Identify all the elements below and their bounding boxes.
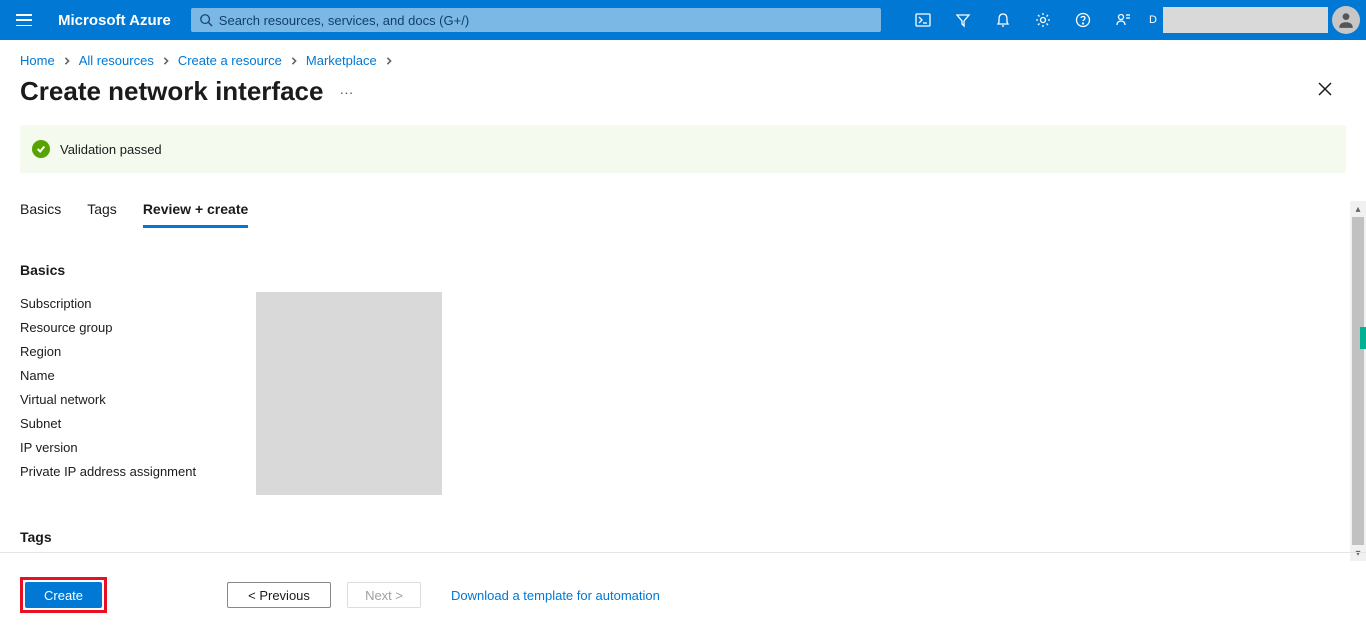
wizard-tabs: Basics Tags Review + create xyxy=(20,201,1346,228)
validation-banner: Validation passed xyxy=(20,125,1346,173)
directories-button[interactable] xyxy=(943,0,983,40)
brand-label[interactable]: Microsoft Azure xyxy=(48,12,191,29)
settings-button[interactable] xyxy=(1023,0,1063,40)
filter-icon xyxy=(955,12,971,28)
tab-review-create[interactable]: Review + create xyxy=(143,201,248,228)
tab-basics[interactable]: Basics xyxy=(20,201,61,228)
chevron-right-icon xyxy=(162,53,170,68)
feedback-tab[interactable] xyxy=(1360,327,1366,349)
account-menu[interactable]: D xyxy=(1149,0,1366,40)
search-input[interactable] xyxy=(219,13,873,28)
wizard-footer: Create < Previous Next > Download a temp… xyxy=(0,565,1366,625)
section-tags-heading: Tags xyxy=(20,529,1346,545)
hamburger-icon xyxy=(16,14,32,26)
avatar xyxy=(1332,6,1360,34)
label-private-ip-assignment: Private IP address assignment xyxy=(20,460,256,484)
next-button: Next > xyxy=(347,582,421,608)
page-title: Create network interface xyxy=(20,76,323,107)
tab-tags[interactable]: Tags xyxy=(87,201,117,228)
label-virtual-network: Virtual network xyxy=(20,388,256,412)
scroll-up-arrow-icon[interactable]: ▴ xyxy=(1350,201,1366,217)
more-actions-button[interactable]: ··· xyxy=(339,84,353,100)
section-basics-heading: Basics xyxy=(20,262,1346,278)
breadcrumb-create-resource[interactable]: Create a resource xyxy=(178,53,282,68)
global-search[interactable] xyxy=(191,8,881,32)
basics-values-masked xyxy=(256,292,442,495)
scroll-thumb[interactable] xyxy=(1352,217,1364,545)
breadcrumb-home[interactable]: Home xyxy=(20,53,55,68)
notifications-button[interactable] xyxy=(983,0,1023,40)
previous-button[interactable]: < Previous xyxy=(227,582,331,608)
feedback-button[interactable] xyxy=(1103,0,1143,40)
avatar-icon xyxy=(1337,11,1355,29)
validation-message: Validation passed xyxy=(60,142,162,157)
portal-menu-button[interactable] xyxy=(0,0,48,40)
bell-icon xyxy=(995,12,1011,28)
download-template-link[interactable]: Download a template for automation xyxy=(451,588,660,603)
label-subscription: Subscription xyxy=(20,292,256,316)
chevron-right-icon xyxy=(385,53,393,68)
gear-icon xyxy=(1035,12,1051,28)
directory-prefix: D xyxy=(1149,14,1157,27)
breadcrumb-marketplace[interactable]: Marketplace xyxy=(306,53,377,68)
user-email-masked xyxy=(1163,7,1328,33)
breadcrumb-all-resources[interactable]: All resources xyxy=(79,53,154,68)
feedback-icon xyxy=(1115,12,1131,28)
label-region: Region xyxy=(20,340,256,364)
search-icon xyxy=(199,13,213,27)
label-name: Name xyxy=(20,364,256,388)
help-button[interactable] xyxy=(1063,0,1103,40)
cloud-shell-icon xyxy=(915,12,931,28)
label-ip-version: IP version xyxy=(20,436,256,460)
label-subnet: Subnet xyxy=(20,412,256,436)
header-toolbar: D xyxy=(903,0,1366,40)
success-icon xyxy=(32,140,50,158)
azure-header: Microsoft Azure D xyxy=(0,0,1366,40)
breadcrumb: Home All resources Create a resource Mar… xyxy=(0,40,1366,74)
content-scrollbar[interactable]: ▴ ▾ xyxy=(1350,217,1366,545)
close-icon xyxy=(1318,82,1332,96)
help-icon xyxy=(1075,12,1091,28)
page-title-row: Create network interface ··· xyxy=(0,74,1366,125)
footer-divider xyxy=(0,552,1366,553)
create-button[interactable]: Create xyxy=(25,582,102,608)
label-resource-group: Resource group xyxy=(20,316,256,340)
chevron-right-icon xyxy=(290,53,298,68)
chevron-right-icon xyxy=(63,53,71,68)
scroll-down-arrow-icon[interactable]: ▾ xyxy=(1350,545,1366,561)
create-button-highlight: Create xyxy=(20,577,107,613)
cloud-shell-button[interactable] xyxy=(903,0,943,40)
basics-summary: Subscription Resource group Region Name … xyxy=(20,292,1346,495)
close-blade-button[interactable] xyxy=(1318,82,1332,101)
